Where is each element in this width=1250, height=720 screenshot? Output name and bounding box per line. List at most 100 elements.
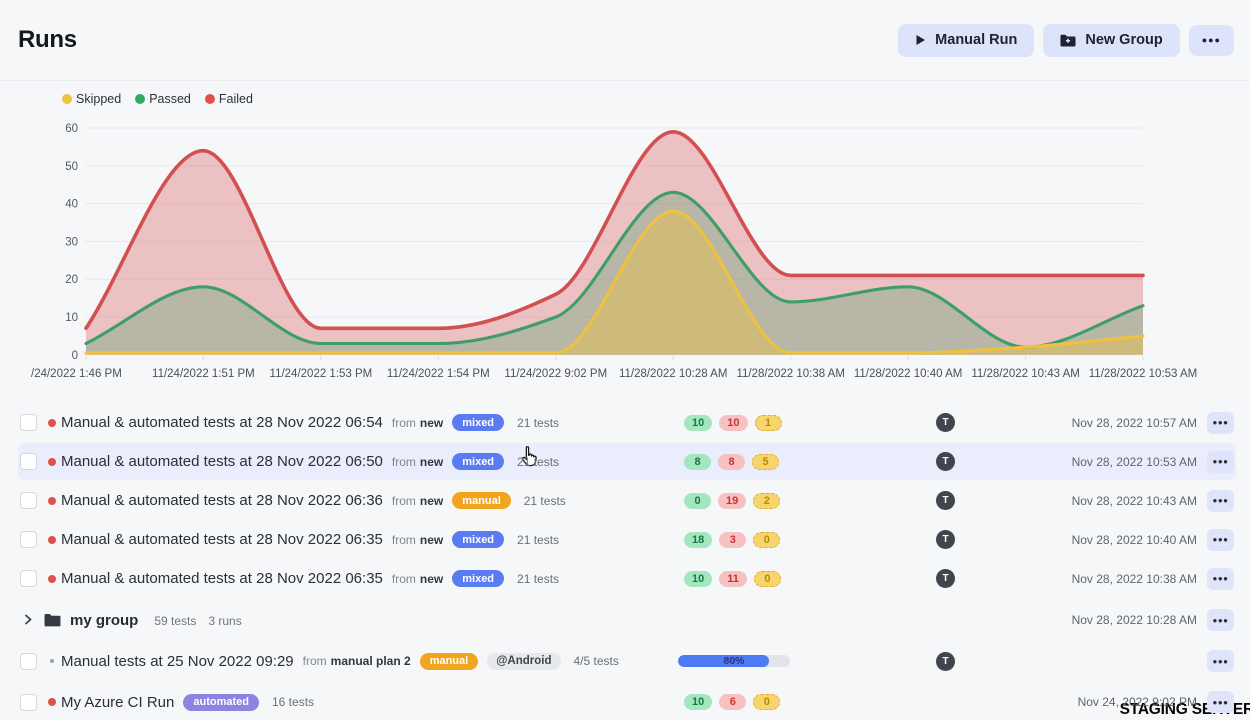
progress-percent-label: 80% [678, 655, 790, 667]
legend-label: Passed [149, 92, 191, 106]
run-title: Manual & automated tests at 28 Nov 2022 … [61, 414, 383, 431]
failed-count-pill: 8 [718, 454, 745, 470]
row-more-button[interactable]: ●●● [1207, 568, 1234, 590]
run-title: Manual tests at 25 Nov 2022 09:29 [61, 653, 294, 670]
assignee-avatar: T [936, 452, 955, 471]
passed-count-pill: 18 [684, 532, 712, 548]
row-more-button[interactable]: ●●● [1207, 650, 1234, 672]
run-title: Manual & automated tests at 28 Nov 2022 … [61, 492, 383, 509]
run-date: Nov 28, 2022 10:53 AM [1072, 455, 1197, 469]
row-more-button[interactable]: ●●● [1207, 691, 1234, 713]
passed-count-pill: 10 [684, 415, 712, 431]
folder-plus-icon [1060, 34, 1076, 47]
from-plan-name: new [420, 533, 443, 547]
svg-text:11/28/2022 10:38 AM: 11/28/2022 10:38 AM [736, 368, 845, 380]
passed-count-pill: 10 [684, 694, 712, 710]
run-row[interactable]: Manual & automated tests at 28 Nov 2022 … [0, 559, 1250, 598]
from-plan-name: new [420, 455, 443, 469]
run-date: Nov 28, 2022 10:43 AM [1072, 494, 1197, 508]
svg-text:11/24/2022 1:53 PM: 11/24/2022 1:53 PM [270, 368, 373, 380]
tests-count: 21 tests [517, 455, 559, 469]
failed-count-pill: 10 [719, 415, 747, 431]
svg-text:60: 60 [65, 123, 78, 135]
legend-dot [62, 94, 72, 104]
run-row[interactable]: Manual tests at 25 Nov 2022 09:29fromman… [0, 642, 1250, 680]
run-type-badge: mixed [452, 414, 504, 431]
play-icon [915, 34, 926, 46]
skipped-count-pill: 0 [754, 571, 781, 587]
env-tag: @Android [487, 653, 560, 670]
page-header: Runs Manual Run New Group ●●● [0, 0, 1250, 81]
run-type-badge: manual [452, 492, 511, 509]
from-plan-name: manual plan 2 [331, 654, 411, 668]
row-more-button[interactable]: ●●● [1207, 451, 1234, 473]
from-label: from [392, 416, 416, 430]
result-counts: 10101 [684, 415, 782, 431]
run-date: Nov 28, 2022 10:57 AM [1072, 416, 1197, 430]
row-more-button[interactable]: ●●● [1207, 529, 1234, 551]
svg-text:40: 40 [65, 199, 78, 211]
svg-text:10: 10 [65, 312, 78, 324]
assignee-avatar: T [936, 530, 955, 549]
from-plan-name: new [420, 572, 443, 586]
result-counts: 1830 [684, 532, 780, 548]
run-type-badge: mixed [452, 531, 504, 548]
run-row[interactable]: Manual & automated tests at 28 Nov 2022 … [0, 442, 1250, 481]
from-label: from [303, 654, 327, 668]
failed-count-pill: 3 [719, 532, 746, 548]
svg-text:11/24/2022 1:54 PM: 11/24/2022 1:54 PM [387, 368, 490, 380]
run-row[interactable]: Manual & automated tests at 28 Nov 2022 … [0, 520, 1250, 559]
runs-chart-section: SkippedPassedFailed 0102030405060/24/202… [0, 81, 1250, 391]
tests-count: 16 tests [272, 695, 314, 709]
from-plan-name: new [420, 494, 443, 508]
tests-count: 21 tests [517, 416, 559, 430]
tests-count: 21 tests [517, 572, 559, 586]
passed-count-pill: 10 [684, 571, 712, 587]
assignee-avatar: T [936, 652, 955, 671]
from-label: from [392, 455, 416, 469]
legend-item-passed[interactable]: Passed [135, 92, 191, 106]
manual-run-button[interactable]: Manual Run [898, 24, 1034, 57]
svg-text:11/24/2022 1:51 PM: 11/24/2022 1:51 PM [152, 368, 255, 380]
run-row[interactable]: Manual & automated tests at 28 Nov 2022 … [0, 403, 1250, 442]
group-tests-count: 59 tests [154, 614, 196, 628]
ellipsis-icon: ●●● [1202, 35, 1221, 45]
legend-item-failed[interactable]: Failed [205, 92, 253, 106]
new-group-button[interactable]: New Group [1043, 24, 1179, 57]
group-title: my group [70, 612, 138, 629]
group-runs-count: 3 runs [208, 614, 241, 628]
run-row[interactable]: Manual & automated tests at 28 Nov 2022 … [0, 481, 1250, 520]
row-more-button[interactable]: ●●● [1207, 490, 1234, 512]
run-title: Manual & automated tests at 28 Nov 2022 … [61, 453, 383, 470]
legend-label: Failed [219, 92, 253, 106]
runs-area-chart: 0102030405060/24/2022 1:46 PM11/24/2022 … [0, 111, 1250, 391]
run-type-badge: automated [183, 694, 259, 711]
svg-text:30: 30 [65, 236, 78, 248]
run-title: My Azure CI Run [61, 694, 174, 711]
assignee-avatar: T [936, 569, 955, 588]
svg-text:11/24/2022 9:02 PM: 11/24/2022 9:02 PM [504, 368, 607, 380]
legend-dot [135, 94, 145, 104]
header-more-button[interactable]: ●●● [1189, 25, 1234, 56]
failed-count-pill: 11 [719, 571, 747, 587]
row-more-button[interactable]: ●●● [1207, 609, 1234, 631]
run-title: Manual & automated tests at 28 Nov 2022 … [61, 570, 383, 587]
tests-count: 21 tests [517, 533, 559, 547]
from-plan-name: new [420, 416, 443, 430]
legend-label: Skipped [76, 92, 121, 106]
progress-bar: 80% [678, 655, 790, 667]
run-row[interactable]: My Azure CI Runautomated16 tests1060Nov … [0, 683, 1250, 720]
run-date: Nov 24, 2022 9:02 PM [1078, 695, 1197, 709]
result-counts: 0192 [684, 493, 780, 509]
row-more-button[interactable]: ●●● [1207, 412, 1234, 434]
legend-item-skipped[interactable]: Skipped [62, 92, 121, 106]
svg-text:11/28/2022 10:43 AM: 11/28/2022 10:43 AM [971, 368, 1080, 380]
from-label: from [392, 572, 416, 586]
svg-text:20: 20 [65, 274, 78, 286]
svg-text:/24/2022 1:46 PM: /24/2022 1:46 PM [31, 368, 122, 380]
tests-count: 4/5 tests [574, 654, 619, 668]
run-type-badge: manual [420, 653, 479, 670]
tests-count: 21 tests [524, 494, 566, 508]
skipped-count-pill: 0 [753, 532, 780, 548]
group-row[interactable]: my group59 tests3 runsNov 28, 2022 10:28… [0, 601, 1250, 639]
